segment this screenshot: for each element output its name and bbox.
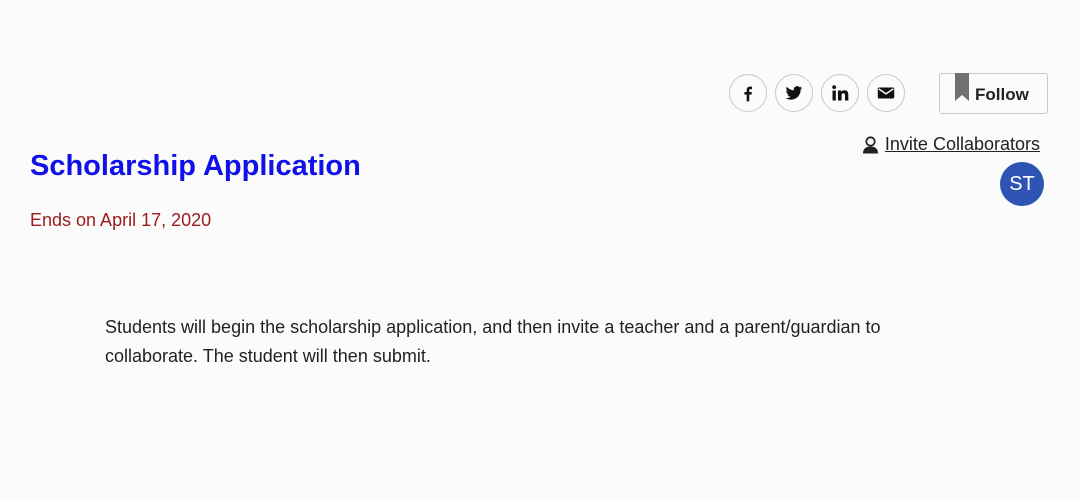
bookmark-icon (955, 73, 969, 101)
linkedin-icon (832, 85, 849, 101)
user-icon (862, 135, 878, 153)
email-icon (877, 87, 895, 99)
share-buttons (729, 74, 913, 112)
share-linkedin-button[interactable] (821, 74, 859, 112)
end-date-text: Ends on April 17, 2020 (30, 210, 212, 230)
description-text: Students will begin the scholarship appl… (105, 317, 881, 366)
facebook-icon (744, 86, 752, 102)
invite-collaborators-label: Invite Collaborators (884, 134, 1040, 154)
share-facebook-button[interactable] (729, 74, 767, 112)
page-title: Scholarship Application (30, 150, 361, 182)
share-twitter-button[interactable] (775, 74, 813, 112)
share-email-button[interactable] (867, 74, 905, 112)
invite-collaborators-link[interactable]: Invite Collaborators (862, 134, 1040, 155)
follow-button[interactable]: Follow (939, 73, 1048, 114)
avatar[interactable]: ST (1000, 162, 1044, 206)
twitter-icon (785, 86, 803, 100)
follow-label: Follow (975, 85, 1029, 104)
